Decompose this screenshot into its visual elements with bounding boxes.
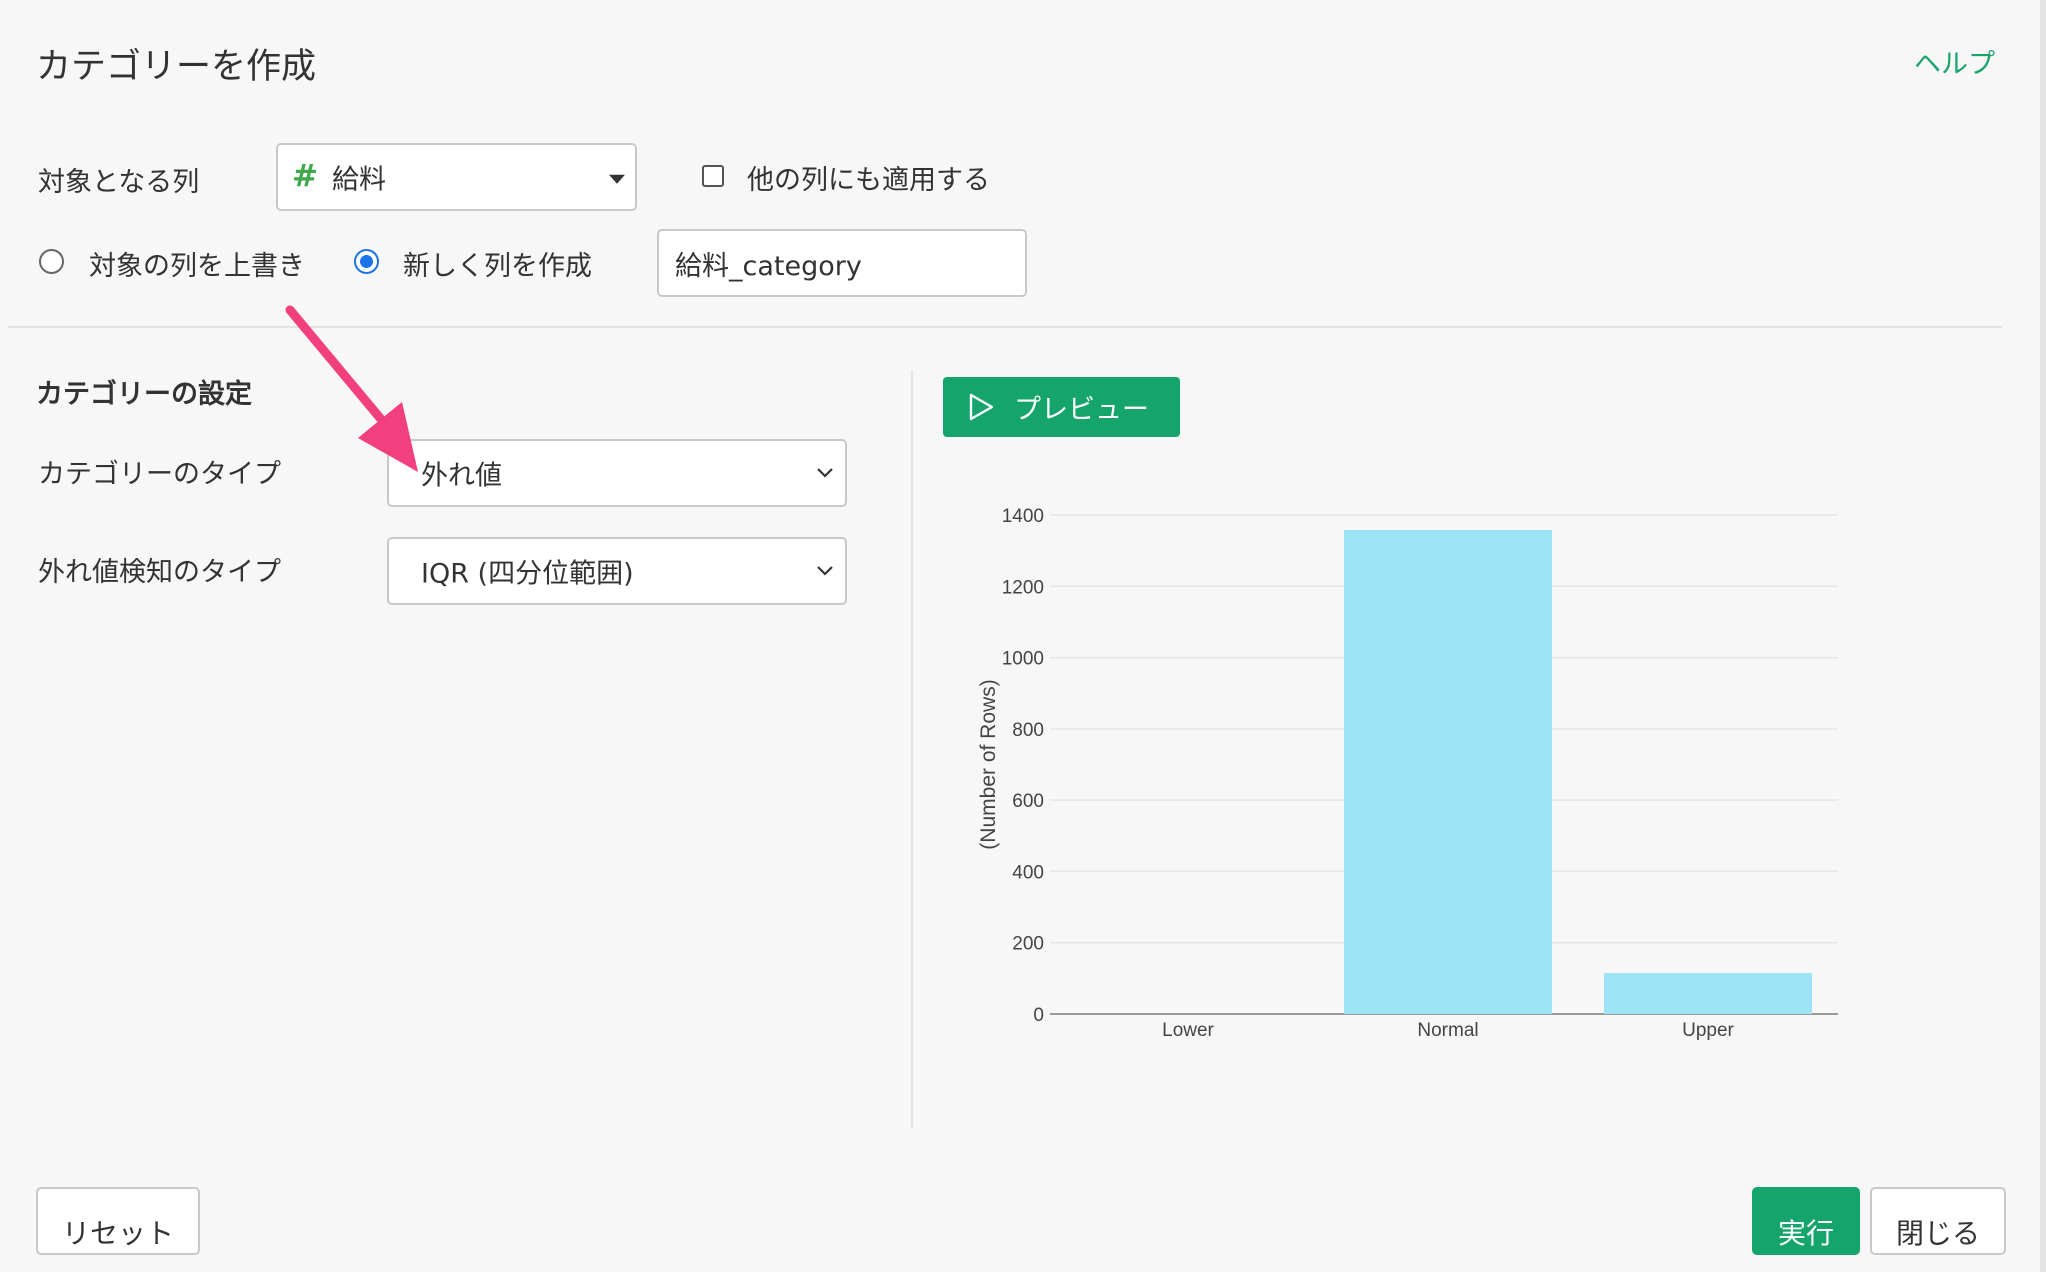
y-tick-label: 1200: [1002, 577, 1044, 598]
apply-other-columns-checkbox[interactable]: [702, 165, 724, 187]
new-column-name-input[interactable]: [657, 229, 1027, 297]
y-tick-label: 400: [1012, 862, 1044, 883]
overwrite-column-radio[interactable]: [39, 249, 64, 274]
window-edge: [2040, 0, 2046, 1272]
y-tick-label: 600: [1012, 791, 1044, 812]
overwrite-column-label: 対象の列を上書き: [89, 251, 305, 282]
dialog-title: カテゴリーを作成: [36, 47, 317, 87]
y-tick-label: 1000: [1002, 649, 1044, 670]
panel-divider: [911, 370, 913, 1128]
category-type-label: カテゴリーのタイプ: [38, 459, 281, 490]
target-column-value: 給料: [332, 164, 386, 196]
x-tick-label: Upper: [1682, 1020, 1734, 1041]
y-tick-label: 800: [1012, 720, 1044, 741]
category-type-select[interactable]: 外れ値: [387, 439, 847, 507]
play-icon: [969, 393, 994, 421]
outlier-type-select[interactable]: IQR (四分位範囲): [387, 537, 847, 605]
chevron-down-icon: [817, 566, 833, 576]
target-column-select[interactable]: # 給料: [276, 143, 637, 211]
close-button-label: 閉じる: [1895, 1217, 1980, 1250]
x-tick-label: Normal: [1417, 1020, 1478, 1041]
reset-button-label: リセット: [61, 1217, 174, 1250]
category-settings-title: カテゴリーの設定: [36, 379, 252, 410]
reset-button[interactable]: リセット: [36, 1187, 200, 1255]
divider: [8, 326, 2002, 328]
y-axis-label: (Number of Rows): [977, 679, 1000, 849]
x-tick-label: Lower: [1162, 1020, 1214, 1041]
create-new-column-label: 新しく列を作成: [403, 251, 592, 282]
target-column-label: 対象となる列: [38, 167, 200, 198]
preview-bar-chart: 0 200 400 600 800 1000 1200 1400 Lower Normal Uppe…: [977, 506, 1838, 1041]
create-category-dialog: カテゴリーを作成 ヘルプ 対象となる列 # 給料 他の列にも適用する 対象の列を…: [0, 0, 2046, 1272]
caret-down-icon: [609, 174, 625, 184]
bar-normal: [1344, 529, 1552, 1014]
help-link[interactable]: ヘルプ: [1914, 42, 1995, 81]
run-button[interactable]: 実行: [1752, 1187, 1860, 1255]
outlier-type-label: 外れ値検知のタイプ: [38, 557, 281, 588]
create-new-column-radio[interactable]: [354, 249, 379, 274]
numeric-column-icon: #: [292, 158, 318, 195]
outlier-type-value: IQR (四分位範囲): [421, 558, 634, 590]
close-button[interactable]: 閉じる: [1870, 1187, 2006, 1255]
preview-button[interactable]: プレビュー: [943, 377, 1180, 437]
y-tick-label: 0: [1033, 1005, 1044, 1026]
bar-upper: [1604, 973, 1812, 1014]
category-type-value: 外れ値: [421, 460, 502, 492]
apply-other-columns-label: 他の列にも適用する: [747, 165, 990, 196]
run-button-label: 実行: [1777, 1217, 1834, 1250]
y-tick-label: 1400: [1002, 506, 1044, 527]
preview-button-label: プレビュー: [1014, 394, 1149, 426]
chevron-down-icon: [817, 468, 833, 478]
y-tick-label: 200: [1012, 934, 1044, 955]
